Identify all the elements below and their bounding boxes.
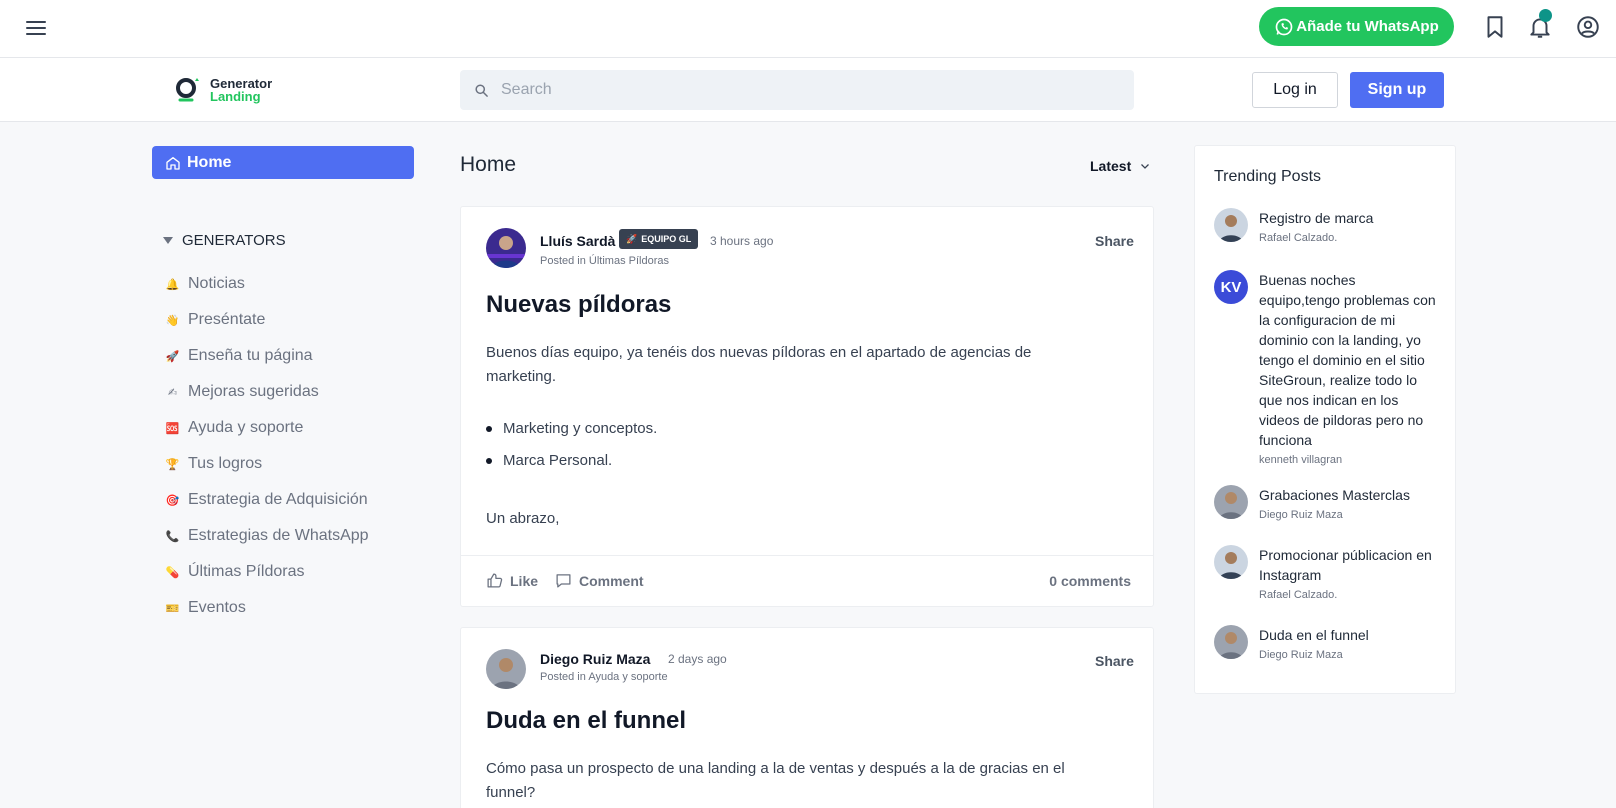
post-paragraph: Cómo pasa un prospecto de una landing a …: [486, 760, 1065, 801]
trending-item-author: kenneth villagran: [1259, 454, 1343, 466]
post-time: 3 hours ago: [710, 234, 774, 248]
home-icon: [166, 156, 180, 170]
wave-emoji-icon: 👋: [165, 314, 180, 327]
caret-down-icon: [163, 237, 173, 244]
sidebar-item-presentate[interactable]: 👋 Preséntate: [165, 302, 369, 338]
whatsapp-icon: [1275, 18, 1293, 35]
team-badge: 🚀 EQUIPO GL: [619, 229, 699, 249]
generators-section-toggle[interactable]: GENERATORS: [163, 232, 286, 249]
rocket-emoji-icon: 🚀: [165, 350, 180, 363]
bookmark-icon[interactable]: [1482, 14, 1508, 40]
list-item: Marca Personal.: [486, 452, 612, 469]
sort-label: Latest: [1090, 158, 1132, 174]
list-item: Marketing y conceptos.: [486, 420, 657, 437]
trophy-emoji-icon: 🏆: [165, 458, 180, 471]
post-time: 2 days ago: [668, 652, 727, 666]
post-paragraph: Buenos días equipo, ya tenéis dos nuevas…: [486, 344, 1032, 385]
comment-icon: [556, 574, 571, 588]
author-avatar: [1214, 625, 1248, 659]
pill-emoji-icon: 💊: [165, 566, 180, 579]
logo-text-line2: Landing: [210, 89, 261, 104]
sos-emoji-icon: 🆘: [165, 422, 180, 435]
site-logo[interactable]: Generator Landing: [174, 74, 272, 106]
phone-emoji-icon: 📞: [165, 530, 180, 543]
post-card: Lluís Sardà 🚀 EQUIPO GL 3 hours ago Post…: [460, 206, 1154, 607]
search-bar: [460, 70, 1134, 110]
author-avatar: [1214, 208, 1248, 242]
user-account-icon[interactable]: [1575, 14, 1601, 40]
post-title[interactable]: Nuevas píldoras: [486, 291, 671, 319]
comments-count[interactable]: 0 comments: [1049, 573, 1131, 589]
post-card: Diego Ruiz Maza 2 days ago Posted in Ayu…: [460, 627, 1154, 808]
posted-in-category[interactable]: Posted in Ayuda y soporte: [540, 671, 668, 683]
notification-dot: [1539, 9, 1552, 22]
posted-in-category[interactable]: Posted in Últimas Píldoras: [540, 255, 669, 267]
sidebar-item-tus-logros[interactable]: 🏆 Tus logros: [165, 446, 369, 482]
sidebar-category-list: 🔔 Noticias 👋 Preséntate 🚀 Enseña tu página …: [165, 266, 369, 626]
trending-item-author: Diego Ruiz Maza: [1259, 649, 1343, 661]
login-button[interactable]: Log in: [1252, 72, 1338, 108]
sidebar-item-ensena-tu-pagina[interactable]: 🚀 Enseña tu página: [165, 338, 369, 374]
trending-item-title: Duda en el funnel: [1259, 627, 1369, 643]
like-button[interactable]: Like: [486, 572, 538, 589]
sidebar-item-noticias[interactable]: 🔔 Noticias: [165, 266, 369, 302]
search-icon: [475, 83, 488, 97]
trending-item-author: Rafael Calzado.: [1259, 589, 1338, 601]
search-input[interactable]: [501, 81, 1101, 99]
sidebar-item-ultimas-pildoras[interactable]: 💊 Últimas Píldoras: [165, 554, 369, 590]
sidebar-item-estrategias-de-whatsapp[interactable]: 📞 Estrategias de WhatsApp: [165, 518, 369, 554]
sidebar-item-mejoras-sugeridas[interactable]: ✍ Mejoras sugeridas: [165, 374, 369, 410]
sort-dropdown[interactable]: Latest: [1090, 158, 1151, 174]
sidebar-item-ayuda-y-soporte[interactable]: 🆘 Ayuda y soporte: [165, 410, 369, 446]
thumbs-up-icon: [487, 573, 503, 588]
top-bar: Añade tu WhatsApp: [0, 0, 1616, 58]
target-emoji-icon: 🎯: [165, 494, 180, 507]
post-closing: Un abrazo,: [486, 510, 560, 527]
author-name[interactable]: Lluís Sardà: [540, 233, 615, 249]
author-avatar: [1214, 485, 1248, 519]
writing-hand-emoji-icon: ✍: [167, 386, 178, 399]
rocket-icon: 🚀: [626, 233, 638, 244]
menu-icon[interactable]: [24, 17, 48, 39]
comment-button[interactable]: Comment: [555, 572, 644, 589]
trending-item-title: Grabaciones Masterclas: [1259, 487, 1410, 503]
share-button[interactable]: Share: [1095, 233, 1134, 249]
trending-title: Trending Posts: [1214, 168, 1322, 185]
bell-emoji-icon: 🔔: [165, 278, 180, 291]
author-name[interactable]: Diego Ruiz Maza: [540, 651, 650, 667]
sidebar-item-home[interactable]: Home: [152, 146, 414, 179]
section-label: GENERATORS: [182, 232, 286, 249]
sidebar-item-eventos[interactable]: 🎫 Eventos: [165, 590, 369, 626]
trending-item-author: Diego Ruiz Maza: [1259, 509, 1343, 521]
sidebar-item-estrategia-de-adquisicion[interactable]: 🎯 Estrategia de Adquisición: [165, 482, 369, 518]
author-avatar: [1214, 545, 1248, 579]
post-actions: Like Comment 0 comments: [461, 555, 1153, 607]
site-header: Generator Landing Log in Sign up: [0, 58, 1616, 122]
sidebar-item-label: Home: [187, 153, 232, 171]
author-initials-avatar: KV: [1214, 270, 1248, 304]
trending-item-title: Registro de marca: [1259, 210, 1374, 226]
add-whatsapp-button[interactable]: Añade tu WhatsApp: [1259, 7, 1454, 46]
ticket-emoji-icon: 🎫: [165, 602, 180, 615]
post-title[interactable]: Duda en el funnel: [486, 707, 686, 735]
add-whatsapp-label: Añade tu WhatsApp: [1296, 18, 1439, 35]
chevron-down-icon: [1141, 164, 1150, 169]
author-avatar[interactable]: [486, 228, 526, 268]
logo-mark-icon: [174, 74, 204, 106]
share-button[interactable]: Share: [1095, 653, 1134, 669]
page-title: Home: [460, 153, 517, 176]
trending-item-title: Promocionar públicacion en Instagram: [1259, 547, 1432, 583]
author-avatar[interactable]: [486, 649, 526, 689]
trending-item-author: Rafael Calzado.: [1259, 232, 1338, 244]
trending-item-title: Buenas noches equipo,tengo problemas con…: [1259, 272, 1436, 448]
signup-button[interactable]: Sign up: [1350, 72, 1444, 108]
trending-posts-panel: Trending Posts Registro de marca Rafael C…: [1194, 145, 1456, 694]
